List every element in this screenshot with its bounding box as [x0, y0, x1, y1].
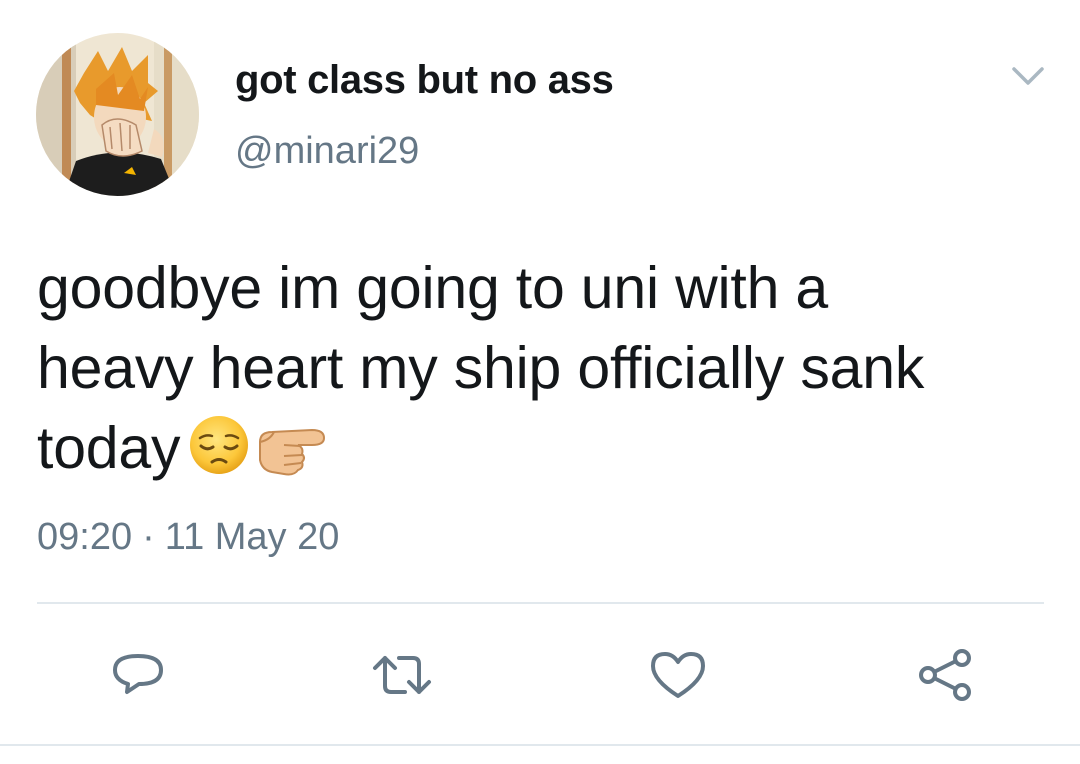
tweet-date: 11 May 20 — [164, 516, 340, 558]
heart-icon — [651, 652, 705, 698]
divider — [37, 602, 1044, 604]
tweet-text: goodbye im going to uni with a heavy hea… — [37, 248, 1057, 498]
avatar-image — [36, 33, 199, 196]
pointing-right-hand-emoji — [254, 412, 330, 498]
share-icon — [919, 649, 971, 701]
share-button[interactable] — [910, 640, 980, 710]
tweet-text-line-last: today — [37, 408, 1057, 498]
tweet-timestamp[interactable]: 09:20 · 11 May 20 — [37, 516, 339, 559]
timestamp-separator: · — [142, 516, 155, 558]
chevron-down-icon — [1012, 67, 1044, 85]
retweet-button[interactable] — [367, 640, 437, 710]
tweet-text-line: heavy heart my ship officially sank — [37, 335, 925, 401]
tweet-card: got class but no ass @minari29 goodbye i… — [0, 0, 1080, 764]
retweet-icon — [373, 656, 431, 694]
tweet-text-line: goodbye im going to uni with a — [37, 255, 829, 321]
reply-button[interactable] — [103, 640, 173, 710]
tweet-time: 09:20 — [37, 516, 133, 558]
pensive-face-emoji — [186, 412, 252, 498]
tweet-text-fragment: today — [37, 415, 181, 481]
avatar[interactable] — [36, 33, 199, 196]
reply-icon — [113, 654, 163, 694]
like-button[interactable] — [643, 640, 713, 710]
bottom-divider — [0, 744, 1080, 746]
tweet-menu-button[interactable] — [1008, 62, 1048, 92]
user-handle[interactable]: @minari29 — [235, 130, 419, 173]
display-name[interactable]: got class but no ass — [235, 58, 614, 103]
